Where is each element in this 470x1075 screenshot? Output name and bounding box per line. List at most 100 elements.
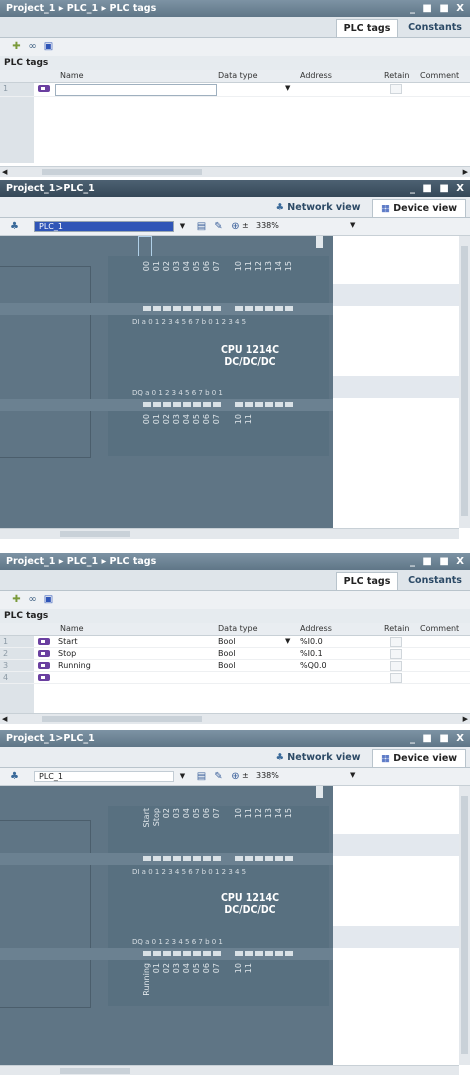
input-led-row (0, 853, 333, 865)
zoom-dropdown-icon[interactable]: ▼ (350, 771, 355, 779)
zoom-level[interactable]: 338% (256, 221, 279, 230)
retain-checkbox[interactable] (390, 661, 402, 671)
retain-checkbox[interactable] (390, 84, 402, 94)
chevron-down-icon[interactable]: ▼ (176, 771, 189, 782)
horizontal-scrollbar[interactable] (0, 1065, 459, 1075)
table-row[interactable]: 3 Running Bool %Q0.0 (0, 660, 470, 672)
chevron-down-icon[interactable]: ▼ (176, 221, 189, 232)
col-address[interactable]: Address (300, 70, 332, 82)
scroll-left-icon[interactable]: ◀ (2, 714, 7, 724)
add-tag-icon[interactable]: ✚ (10, 41, 23, 52)
col-name[interactable]: Name (60, 623, 84, 635)
table-row[interactable]: 2 Stop Bool %I0.1 (0, 648, 470, 660)
window-controls[interactable]: _ ■ ■ X (410, 180, 466, 197)
tab-device-view[interactable]: ▦ Device view (372, 199, 466, 217)
horizontal-scrollbar[interactable] (0, 528, 459, 539)
scroll-right-icon[interactable]: ▶ (463, 167, 468, 177)
vertical-scrollbar[interactable] (459, 786, 470, 1065)
export-icon[interactable]: ▣ (42, 41, 55, 52)
col-retain[interactable]: Retain (384, 70, 409, 82)
retain-checkbox[interactable] (390, 637, 402, 647)
chevron-down-icon[interactable]: ▼ (285, 636, 290, 647)
top-pin-block: Start Stop 02 03 04 05 06 07 10 11 12 13 14 15 (142, 808, 293, 828)
properties-icon[interactable]: ✎ (212, 221, 225, 232)
vertical-scrollbar[interactable] (459, 236, 470, 528)
tab-network-view[interactable]: ♣ Network view (272, 199, 364, 217)
table-row[interactable]: 4 (0, 672, 470, 684)
tag-type[interactable]: Bool (218, 660, 236, 671)
tab-constants[interactable]: Constants (404, 572, 466, 590)
tag-name[interactable]: Running (58, 660, 91, 671)
save-icon[interactable]: ▤ (195, 771, 208, 782)
zoom-stepper-icon[interactable]: ± (242, 771, 249, 780)
top-pin-block: 00 01 02 03 04 05 06 07 10 11 12 13 14 15 (142, 261, 293, 272)
tag-address[interactable]: %Q0.0 (300, 660, 327, 671)
rack-slot-pane[interactable] (333, 236, 459, 528)
topology-icon[interactable]: ♣ (8, 771, 21, 782)
row-number: 3 (0, 660, 34, 671)
tag-address[interactable]: %I0.1 (300, 648, 323, 659)
scroll-left-icon[interactable]: ◀ (2, 167, 7, 177)
retain-checkbox[interactable] (390, 649, 402, 659)
window-controls[interactable]: _ ■ ■ X (410, 553, 466, 570)
col-comment[interactable]: Comment (420, 70, 459, 82)
link-icon[interactable]: ∞ (26, 594, 39, 605)
zoom-icon[interactable]: ⊕ (229, 221, 242, 232)
retain-checkbox[interactable] (390, 673, 402, 683)
window-controls[interactable]: _ ■ ■ X (410, 0, 466, 17)
horizontal-scrollbar[interactable]: ◀ ▶ (0, 166, 470, 177)
zoom-dropdown-icon[interactable]: ▼ (350, 221, 355, 229)
tab-constants[interactable]: Constants (404, 19, 466, 37)
tag-type[interactable]: Bool (218, 648, 236, 659)
scroll-thumb[interactable] (60, 1068, 130, 1074)
scroll-right-icon[interactable]: ▶ (463, 714, 468, 724)
input-led-row (0, 303, 333, 315)
device-canvas[interactable]: Start Stop 02 03 04 05 06 07 10 11 12 13 14 15 DI a … (0, 786, 333, 1065)
tag-address[interactable]: %I0.0 (300, 636, 323, 647)
col-data-type[interactable]: Data type (218, 70, 258, 82)
device-select[interactable]: PLC_1 (34, 221, 174, 232)
table-row[interactable]: 1 ▼ (0, 83, 470, 97)
link-icon[interactable]: ∞ (26, 41, 39, 52)
tag-name[interactable]: Start (58, 636, 78, 647)
scroll-thumb[interactable] (461, 796, 468, 1054)
add-tag-icon[interactable]: ✚ (10, 594, 23, 605)
export-icon[interactable]: ▣ (42, 594, 55, 605)
bottom-pin-block: 00 01 02 03 04 05 06 07 10 11 (142, 414, 253, 425)
tag-type[interactable]: Bool (218, 636, 236, 647)
tab-plc-tags[interactable]: PLC tags (336, 19, 398, 37)
tag-name[interactable]: Stop (58, 648, 76, 659)
section-title: PLC tags (0, 609, 470, 623)
save-icon[interactable]: ▤ (195, 221, 208, 232)
device-select[interactable]: PLC_1 (34, 771, 174, 782)
col-data-type[interactable]: Data type (218, 623, 258, 635)
horizontal-scrollbar[interactable]: ◀ ▶ (0, 713, 470, 724)
col-name[interactable]: Name (60, 70, 84, 82)
slot-marker (316, 786, 323, 798)
col-address[interactable]: Address (300, 623, 332, 635)
pin-label-running: Running (142, 963, 151, 996)
chevron-down-icon[interactable]: ▼ (285, 83, 290, 94)
topology-icon[interactable]: ♣ (8, 221, 21, 232)
scroll-thumb[interactable] (42, 169, 202, 175)
network-icon: ♣ (275, 202, 288, 213)
window-title: Project_1>PLC_1 (6, 183, 95, 194)
window-controls[interactable]: _ ■ ■ X (410, 730, 466, 747)
properties-icon[interactable]: ✎ (212, 771, 225, 782)
table-row[interactable]: 1 Start Bool ▼ %I0.0 (0, 636, 470, 648)
tab-network-view[interactable]: ♣ Network view (272, 749, 364, 767)
name-input[interactable] (55, 84, 217, 96)
rack-slot-pane[interactable] (333, 786, 459, 1065)
scroll-thumb[interactable] (461, 246, 468, 516)
zoom-level[interactable]: 338% (256, 771, 279, 780)
zoom-icon[interactable]: ⊕ (229, 771, 242, 782)
cpu-label-2: DC/DC/DC (224, 356, 276, 368)
tab-plc-tags[interactable]: PLC tags (336, 572, 398, 590)
col-comment[interactable]: Comment (420, 623, 459, 635)
tab-device-view[interactable]: ▦ Device view (372, 749, 466, 767)
scroll-thumb[interactable] (42, 716, 202, 722)
scroll-thumb[interactable] (60, 531, 130, 537)
col-retain[interactable]: Retain (384, 623, 409, 635)
zoom-stepper-icon[interactable]: ± (242, 221, 249, 230)
device-canvas[interactable]: ➤ 0001020304050607 101112131415 DI a 0 1… (0, 236, 333, 528)
